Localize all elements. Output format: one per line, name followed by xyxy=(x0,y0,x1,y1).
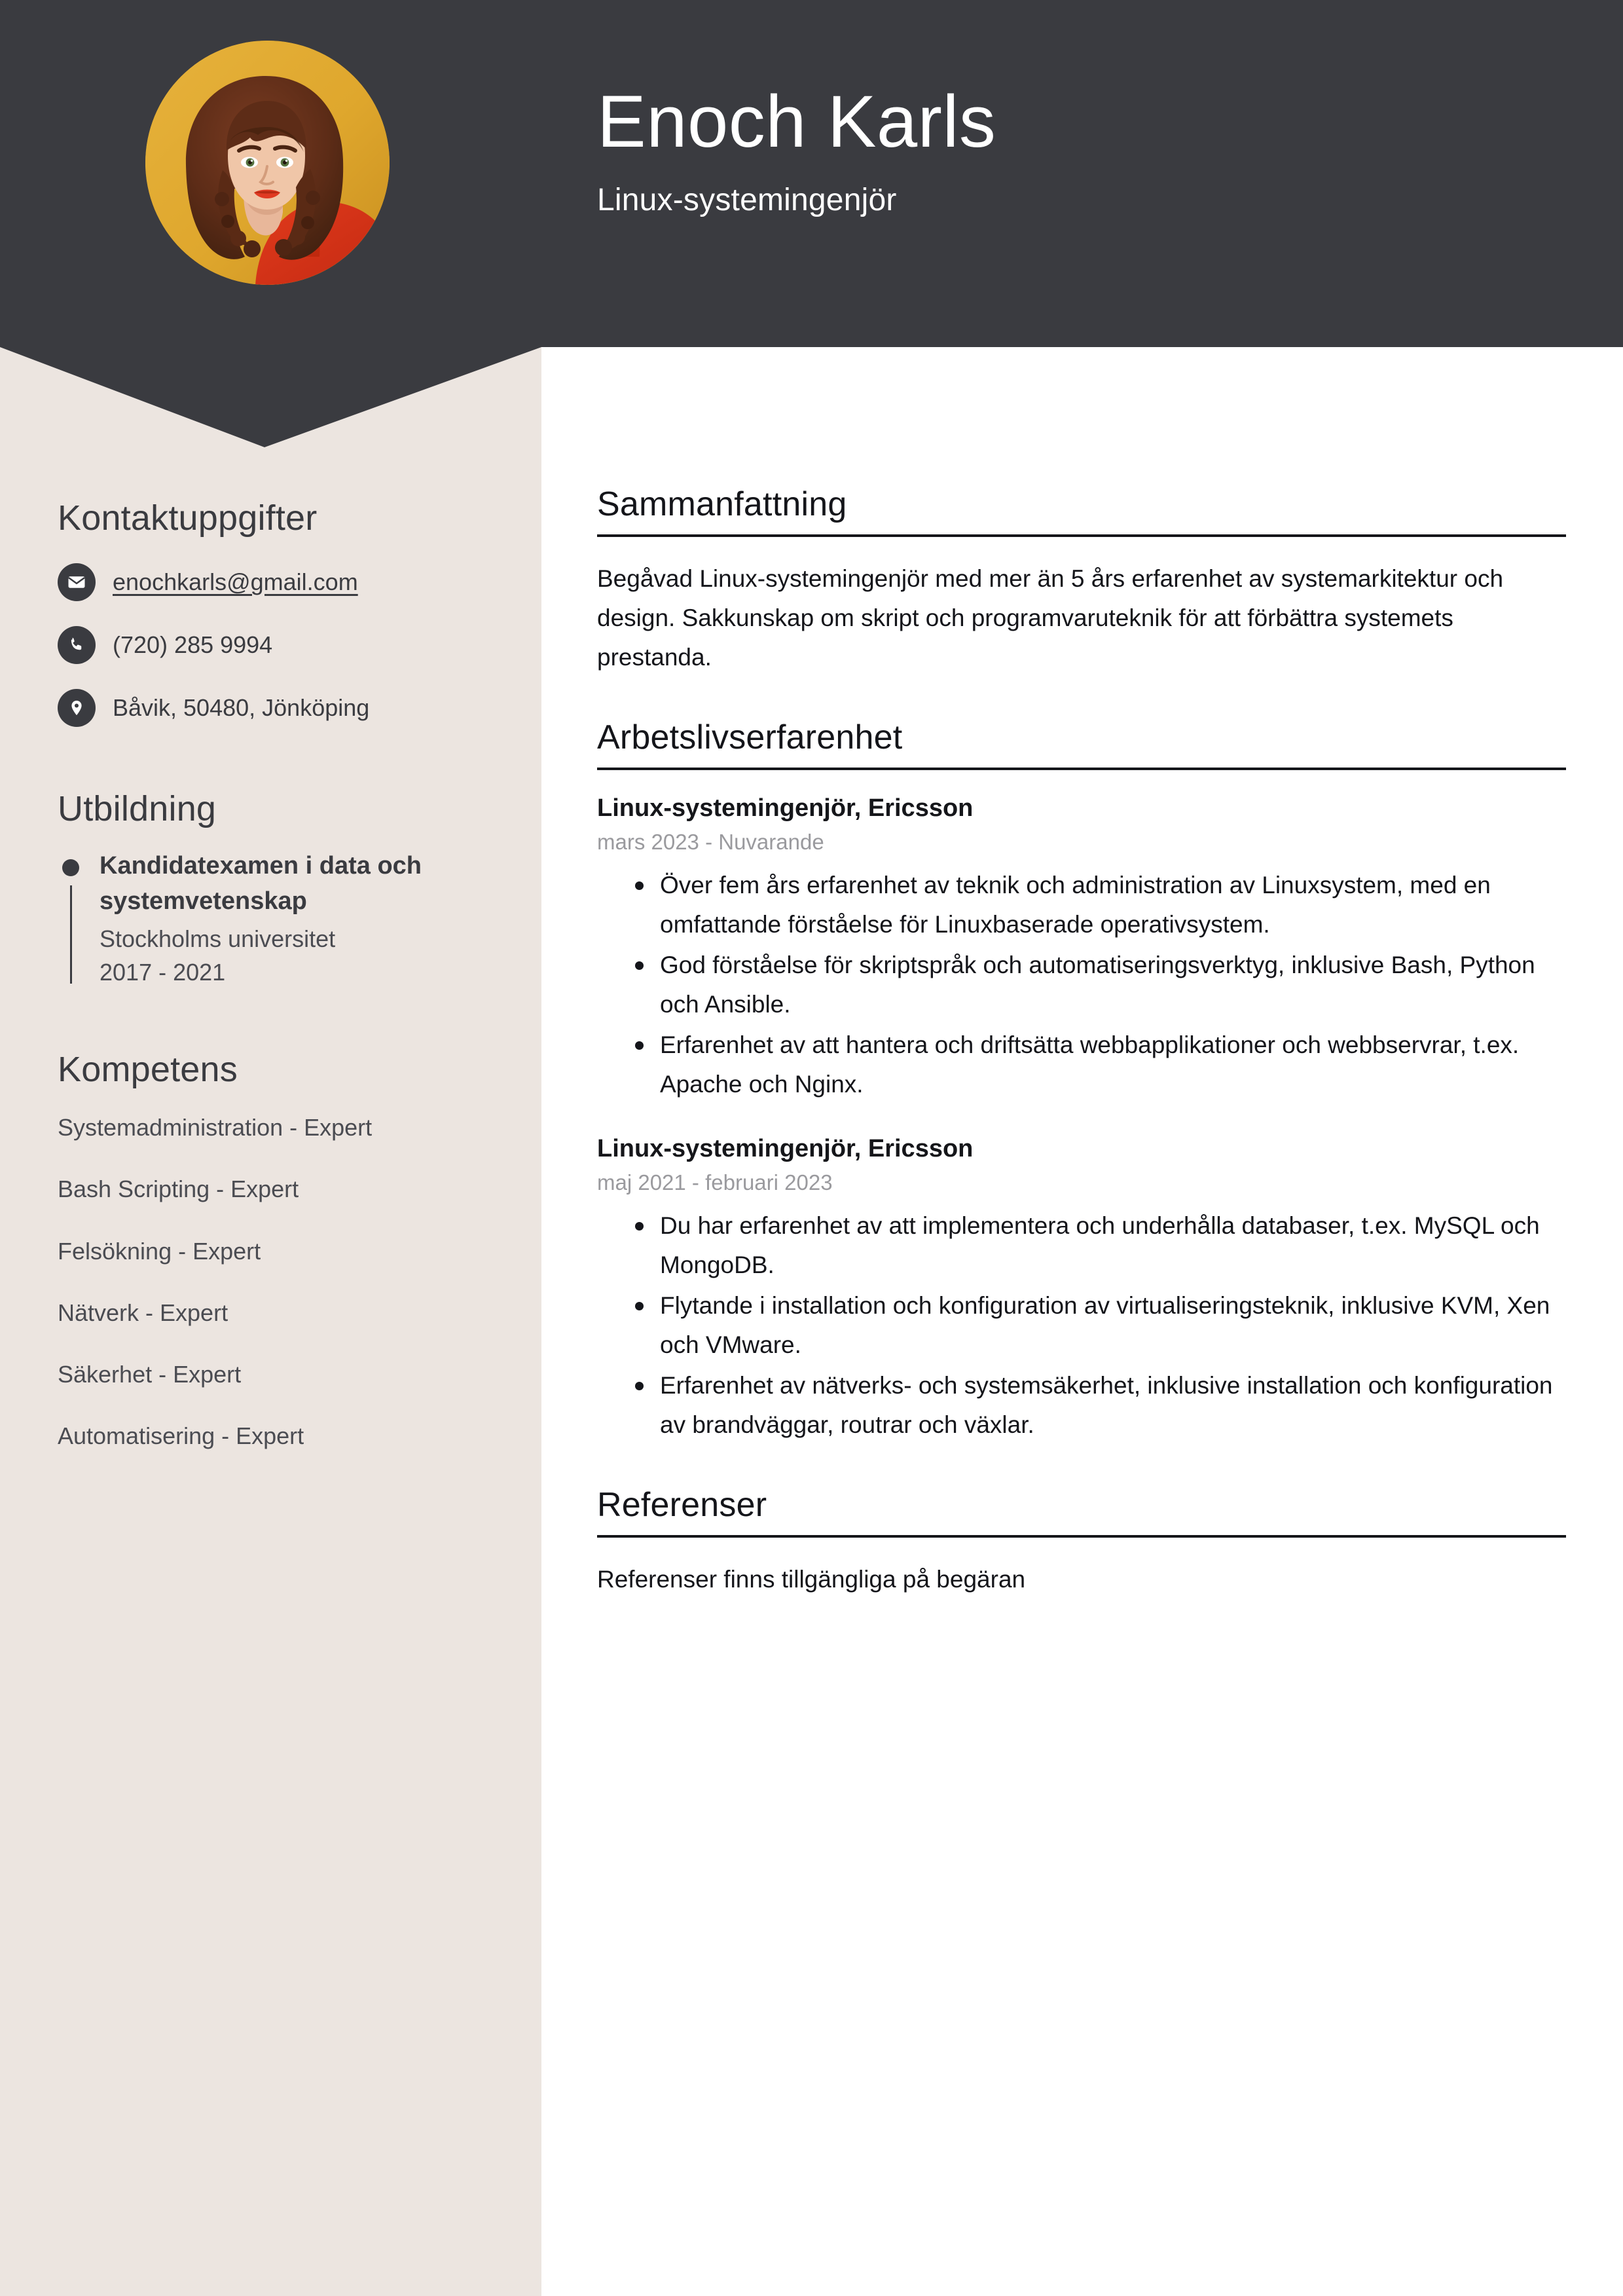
education-item: Kandidatexamen i data och systemvetenska… xyxy=(58,849,498,989)
skill-item: Systemadministration - Expert xyxy=(58,1114,373,1141)
education-heading: Utbildning xyxy=(58,789,217,828)
contact-address-value: Båvik, 50480, Jönköping xyxy=(113,694,370,722)
contact-email-value[interactable]: enochkarls@gmail.com xyxy=(113,568,358,596)
summary-heading: Sammanfattning xyxy=(597,485,847,523)
page-title: Enoch Karls xyxy=(597,81,996,162)
experience-item: Linux-systemingenjör, Ericsson mars 2023… xyxy=(597,792,1566,1104)
bullet-dot-icon xyxy=(62,859,79,876)
experience-dates: mars 2023 - Nuvarande xyxy=(597,830,824,855)
references-text: Referenser finns tillgängliga på begäran xyxy=(597,1565,1026,1593)
summary-section: Sammanfattning Begåvad Linux-systemingen… xyxy=(597,485,1566,677)
contact-heading: Kontaktuppgifter xyxy=(58,498,318,538)
skill-item: Automatisering - Expert xyxy=(58,1422,304,1450)
main-column: Sammanfattning Begåvad Linux-systemingen… xyxy=(597,485,1566,1639)
experience-role: Linux-systemingenjör, Ericsson xyxy=(597,1134,974,1162)
references-section: Referenser Referenser finns tillgängliga… xyxy=(597,1485,1566,1599)
education-degree: Kandidatexamen i data och systemvetenska… xyxy=(100,852,422,915)
section-divider xyxy=(597,767,1566,770)
header-job-title: Linux-systemingenjör xyxy=(597,183,897,217)
list-item: Du har erfarenhet av att implementera oc… xyxy=(635,1206,1566,1285)
timeline-rule xyxy=(70,885,72,984)
list-item: Erfarenhet av att hantera och driftsätta… xyxy=(635,1026,1566,1104)
education-list: Kandidatexamen i data och systemvetenska… xyxy=(58,849,498,989)
list-item: Över fem års erfarenhet av teknik och ad… xyxy=(635,866,1566,944)
resume-page: Enoch Karls Linux-systemingenjör Kontakt… xyxy=(0,0,1623,2296)
skills-list: Systemadministration - Expert Bash Scrip… xyxy=(58,1113,498,1450)
skill-item: Bash Scripting - Expert xyxy=(58,1176,299,1203)
section-divider xyxy=(597,1534,1566,1538)
skill-item: Säkerhet - Expert xyxy=(58,1360,242,1388)
phone-icon xyxy=(58,626,96,664)
skills-heading: Kompetens xyxy=(58,1050,238,1090)
experience-heading: Arbetslivserfarenhet xyxy=(597,718,903,756)
list-item: God förståelse för skriptspråk och autom… xyxy=(635,946,1566,1024)
contact-list: enochkarls@gmail.com (720) 285 9994 Båvi… xyxy=(58,562,498,728)
experience-item: Linux-systemingenjör, Ericsson maj 2021 … xyxy=(597,1133,1566,1445)
list-item: Erfarenhet av nätverks- och systemsäkerh… xyxy=(635,1366,1566,1445)
experience-points: Över fem års erfarenhet av teknik och ad… xyxy=(597,866,1566,1104)
experience-dates: maj 2021 - februari 2023 xyxy=(597,1170,833,1195)
experience-role: Linux-systemingenjör, Ericsson xyxy=(597,794,974,822)
contact-item-email[interactable]: enochkarls@gmail.com xyxy=(58,562,498,602)
contact-phone-value: (720) 285 9994 xyxy=(113,631,273,659)
experience-points: Du har erfarenhet av att implementera oc… xyxy=(597,1206,1566,1445)
summary-text: Begåvad Linux-systemingenjör med mer än … xyxy=(597,565,1504,671)
list-item: Flytande i installation och konfiguratio… xyxy=(635,1286,1566,1365)
envelope-icon xyxy=(58,563,96,601)
location-pin-icon xyxy=(58,689,96,727)
skill-item: Felsökning - Expert xyxy=(58,1237,261,1265)
skill-item: Nätverk - Expert xyxy=(58,1299,228,1326)
contact-item-phone[interactable]: (720) 285 9994 xyxy=(58,625,498,665)
sidebar: Kontaktuppgifter enochkarls@gmail.com (7… xyxy=(0,0,541,2296)
references-heading: Referenser xyxy=(597,1485,767,1524)
header-text: Enoch Karls Linux-systemingenjör xyxy=(597,85,1566,218)
contact-item-address: Båvik, 50480, Jönköping xyxy=(58,688,498,728)
education-dates: 2017 - 2021 xyxy=(100,959,226,986)
section-divider xyxy=(597,534,1566,537)
experience-section: Arbetslivserfarenhet Linux-systemingenjö… xyxy=(597,718,1566,1445)
education-school: Stockholms universitet xyxy=(100,925,336,952)
